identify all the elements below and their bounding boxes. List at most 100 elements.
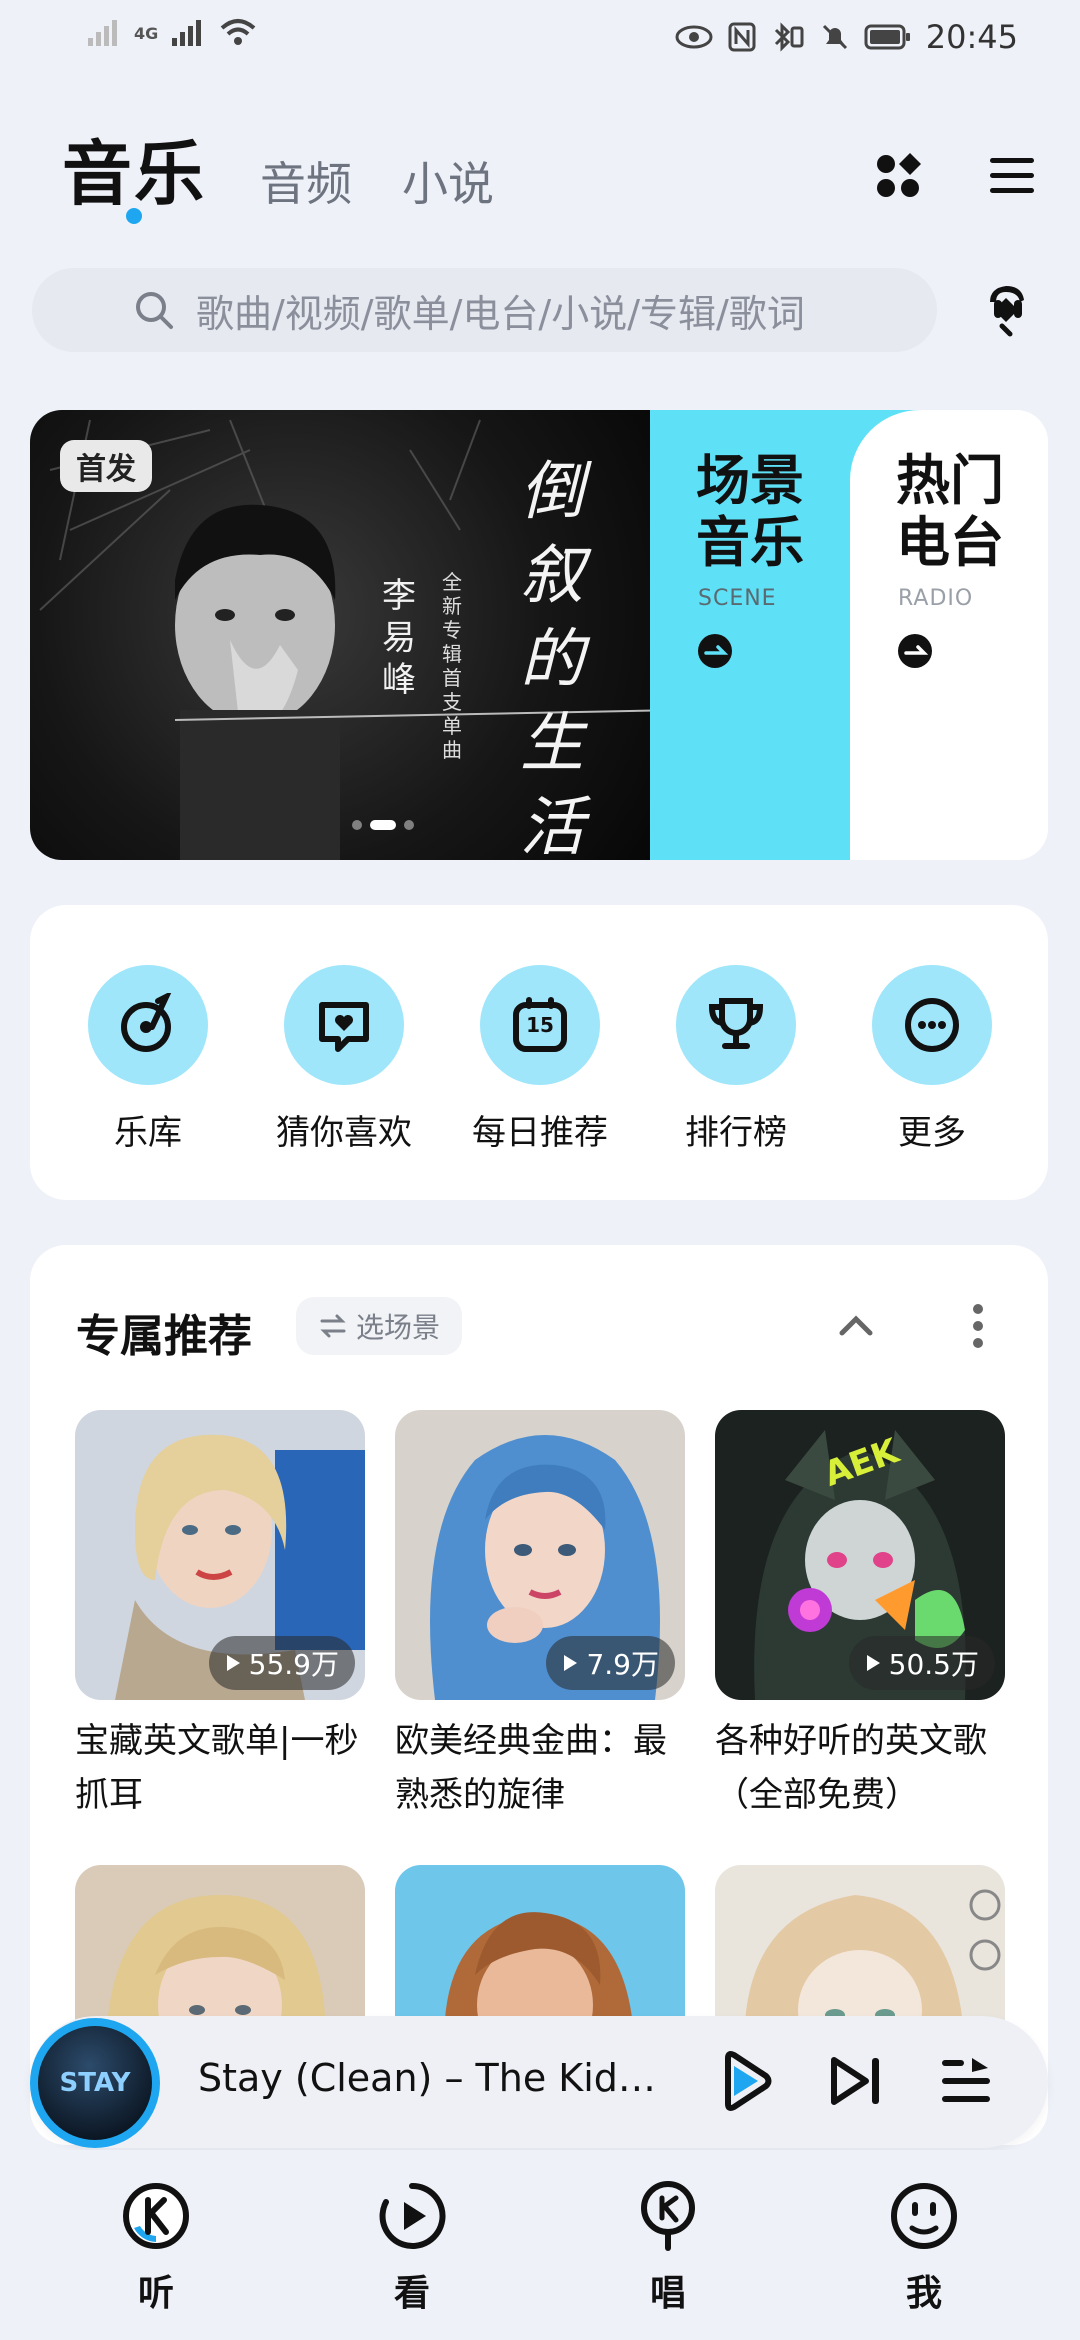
- sing-icon: [641, 2181, 695, 2251]
- nfc-icon: [728, 22, 756, 52]
- quick-nav: 乐库 猜你喜欢 15 每日推荐 排行榜 更多: [30, 905, 1048, 1200]
- carousel-dots: [352, 820, 414, 830]
- search-icon: [136, 292, 173, 329]
- quick-nav-label: 排行榜: [685, 1113, 787, 1153]
- album-art-image: STAY: [38, 2026, 152, 2140]
- more-dots-icon: [872, 965, 992, 1085]
- carousel-dot-active: [370, 820, 396, 830]
- exclusive-recommend-section: 专属推荐 选场景 55.9万 宝藏英文歌单|一秒抓耳 7.9万 欧美经典金曲：最…: [30, 1245, 1048, 2145]
- playlist-card[interactable]: 7.9万 欧美经典金曲：最熟悉的旋律: [395, 1410, 685, 1822]
- play-triangle-icon: [866, 1655, 880, 1671]
- hot-radio-card[interactable]: 热门 电台 RADIO: [850, 410, 1048, 860]
- swap-icon: [320, 1314, 346, 1338]
- playlist-cover[interactable]: 7.9万: [395, 1410, 685, 1700]
- quick-nav-charts[interactable]: 排行榜: [651, 965, 821, 1154]
- play-count-value: 55.9万: [248, 1648, 339, 1681]
- carousel-dot: [352, 820, 362, 830]
- listen-icon: [123, 2183, 189, 2249]
- playlist-card[interactable]: 55.9万 宝藏英文歌单|一秒抓耳: [75, 1410, 365, 1822]
- search-input[interactable]: 歌曲/视频/歌单/电台/小说/专辑/歌词: [32, 268, 937, 352]
- search-placeholder: 歌曲/视频/歌单/电台/小说/专辑/歌词: [196, 291, 805, 336]
- bottom-nav-label: 我: [905, 2273, 942, 2314]
- choose-scene-button[interactable]: 选场景: [296, 1297, 463, 1355]
- voice-search-icon[interactable]: [980, 280, 1034, 338]
- wifi-icon: [220, 19, 256, 45]
- album-art[interactable]: STAY: [30, 2018, 160, 2148]
- quick-nav-label: 每日推荐: [472, 1113, 608, 1153]
- network-type: 4G: [134, 23, 159, 43]
- tab-novel[interactable]: 小说: [402, 148, 494, 214]
- playlist-title: 各种好听的英文歌（全部免费）: [715, 1721, 987, 1815]
- scene-subtitle: SCENE: [698, 586, 777, 611]
- status-bar: 4G 20:45: [0, 0, 1080, 80]
- playlist-card[interactable]: AEK 50.5万 各种好听的英文歌（全部免费）: [715, 1410, 1005, 1822]
- play-count: 55.9万: [208, 1636, 355, 1690]
- heart-bubble-icon: [284, 965, 404, 1085]
- menu-icon[interactable]: [986, 150, 1038, 202]
- calendar-date: 15: [526, 1013, 554, 1037]
- play-count: 50.5万: [848, 1636, 995, 1690]
- battery-icon: [864, 24, 910, 50]
- watch-icon: [379, 2182, 446, 2249]
- play-count-value: 50.5万: [888, 1648, 979, 1681]
- bottom-nav-label: 看: [393, 2273, 430, 2314]
- more-vertical-icon[interactable]: [970, 1301, 986, 1351]
- bottom-nav-label: 听: [137, 2273, 174, 2314]
- status-left: 4G: [86, 18, 258, 48]
- banner-image[interactable]: 首发 李易峰 全新专辑首支单曲 倒叙的生活: [30, 410, 680, 860]
- playlist-title: 宝藏英文歌单|一秒抓耳: [75, 1721, 359, 1815]
- active-tab-indicator: [126, 208, 142, 224]
- status-right: 20:45: [674, 18, 1018, 56]
- tab-audio[interactable]: 音频: [260, 148, 352, 214]
- bottom-nav-sing[interactable]: 唱: [608, 2178, 728, 2316]
- playlist-queue-icon[interactable]: [932, 2046, 1002, 2116]
- me-icon: [891, 2183, 957, 2249]
- next-track-icon[interactable]: [822, 2046, 892, 2116]
- carousel-dot: [404, 820, 414, 830]
- play-count: 7.9万: [546, 1636, 675, 1690]
- quick-nav-library[interactable]: 乐库: [63, 965, 233, 1154]
- radio-subtitle: RADIO: [898, 586, 974, 611]
- record-icon: [88, 965, 208, 1085]
- playlist-cover[interactable]: AEK 50.5万: [715, 1410, 1005, 1700]
- play-triangle-icon: [226, 1655, 240, 1671]
- calendar-icon: 15: [480, 965, 600, 1085]
- signal-icon: [88, 20, 117, 46]
- bluetooth-vibrate-icon: [774, 22, 804, 52]
- tab-music[interactable]: 音乐: [62, 118, 206, 219]
- bottom-nav-watch[interactable]: 看: [352, 2178, 472, 2316]
- bottom-nav-listen[interactable]: 听: [96, 2178, 216, 2316]
- arrow-circle-icon: [698, 634, 732, 668]
- eye-icon: [675, 25, 713, 49]
- arrow-circle-icon: [898, 634, 932, 668]
- clock: 20:45: [925, 18, 1018, 56]
- play-count-value: 7.9万: [586, 1648, 659, 1681]
- quick-nav-label: 乐库: [114, 1113, 182, 1153]
- trophy-icon: [676, 965, 796, 1085]
- quick-nav-label: 猜你喜欢: [276, 1113, 412, 1153]
- signal-icon-2: [172, 20, 202, 46]
- collapse-chevron-icon[interactable]: [836, 1313, 876, 1339]
- scene-title-line1: 场景: [696, 449, 804, 512]
- play-icon[interactable]: [710, 2046, 780, 2116]
- mini-player[interactable]: STAY Stay (Clean) – The Kid…: [30, 2016, 1048, 2148]
- section-title: 专属推荐: [76, 1311, 252, 1362]
- premiere-badge: 首发: [60, 440, 152, 492]
- play-triangle-icon: [564, 1655, 578, 1671]
- apps-grid-icon[interactable]: [872, 150, 924, 202]
- choose-scene-label: 选场景: [356, 1311, 441, 1344]
- banner-tagline: 全新专辑首支单曲: [442, 570, 462, 762]
- now-playing-title[interactable]: Stay (Clean) – The Kid…: [198, 2056, 656, 2100]
- quick-nav-daily[interactable]: 15 每日推荐: [455, 965, 625, 1154]
- quick-nav-guess-you-like[interactable]: 猜你喜欢: [259, 965, 429, 1154]
- mute-bell-icon: [822, 24, 847, 50]
- banner-handwritten-title: 倒叙的生活: [520, 455, 584, 860]
- bottom-nav-me[interactable]: 我: [864, 2178, 984, 2316]
- quick-nav-more[interactable]: 更多: [847, 965, 1017, 1154]
- banner-carousel[interactable]: 首发 李易峰 全新专辑首支单曲 倒叙的生活 场景 音乐 SCENE 热门 电台 …: [30, 410, 1048, 860]
- playlist-cover[interactable]: 55.9万: [75, 1410, 365, 1700]
- scene-title-line2: 音乐: [696, 511, 804, 574]
- quick-nav-label: 更多: [898, 1113, 966, 1153]
- bottom-nav: 听 看 唱 我: [0, 2150, 1080, 2340]
- banner-artist: 李易峰: [382, 576, 416, 700]
